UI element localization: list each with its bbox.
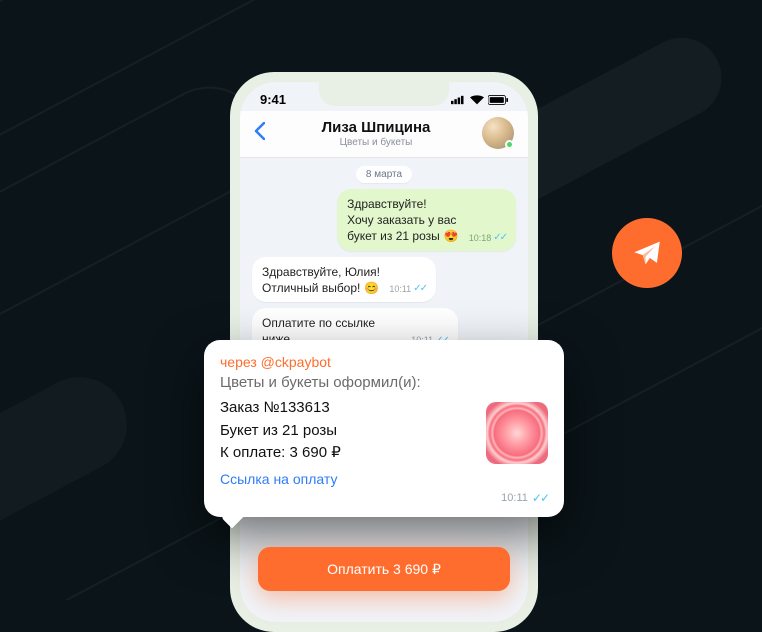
back-button[interactable] bbox=[254, 120, 270, 146]
payment-link[interactable]: Ссылка на оплату bbox=[220, 471, 548, 487]
message-outgoing: Здравствуйте! Хочу заказать у вас букет … bbox=[337, 189, 516, 251]
payment-card: через @ckpaybot Цветы и букеты оформил(и… bbox=[204, 340, 564, 517]
contact-subtitle: Цветы и букеты bbox=[280, 137, 472, 148]
emoji-smile-icon: 😊 bbox=[364, 280, 379, 296]
message-time: 10:11✓✓ bbox=[389, 282, 426, 296]
online-dot-icon bbox=[505, 140, 514, 149]
card-merchant-line: Цветы и букеты оформил(и): bbox=[220, 374, 548, 391]
date-separator: 8 марта bbox=[356, 166, 412, 183]
status-indicators bbox=[451, 95, 508, 105]
battery-icon bbox=[488, 95, 508, 105]
phone-notch bbox=[319, 82, 449, 106]
message-text: Здравствуйте, Юлия! bbox=[262, 264, 426, 280]
chat-body: 8 марта Здравствуйте! Хочу заказать у ва… bbox=[240, 158, 528, 361]
avatar[interactable] bbox=[482, 117, 514, 149]
message-text: Отличный выбор! bbox=[262, 280, 360, 296]
pay-button[interactable]: Оплатить 3 690 ₽ bbox=[258, 547, 510, 591]
signal-icon bbox=[451, 95, 466, 105]
message-time: 10:18✓✓ bbox=[469, 231, 506, 245]
emoji-heart-eyes-icon: 😍 bbox=[444, 228, 459, 244]
message-incoming: Здравствуйте, Юлия! Отличный выбор! 😊 10… bbox=[252, 257, 436, 302]
telegram-icon bbox=[612, 218, 682, 288]
message-text: Хочу заказать у вас bbox=[347, 212, 506, 228]
wifi-icon bbox=[470, 95, 484, 105]
contact-name: Лиза Шпицина bbox=[280, 119, 472, 136]
message-text: букет из 21 розы bbox=[347, 228, 440, 244]
read-checks-icon: ✓✓ bbox=[532, 491, 548, 505]
card-time: 10:11 bbox=[501, 492, 528, 504]
card-via: через @ckpaybot bbox=[220, 354, 548, 370]
rose-image-icon bbox=[486, 402, 548, 464]
read-checks-icon: ✓✓ bbox=[493, 231, 506, 245]
chat-header: Лиза Шпицина Цветы и букеты bbox=[240, 111, 528, 158]
read-checks-icon: ✓✓ bbox=[413, 282, 426, 296]
status-time: 9:41 bbox=[260, 92, 286, 107]
message-text: Здравствуйте! bbox=[347, 196, 506, 212]
